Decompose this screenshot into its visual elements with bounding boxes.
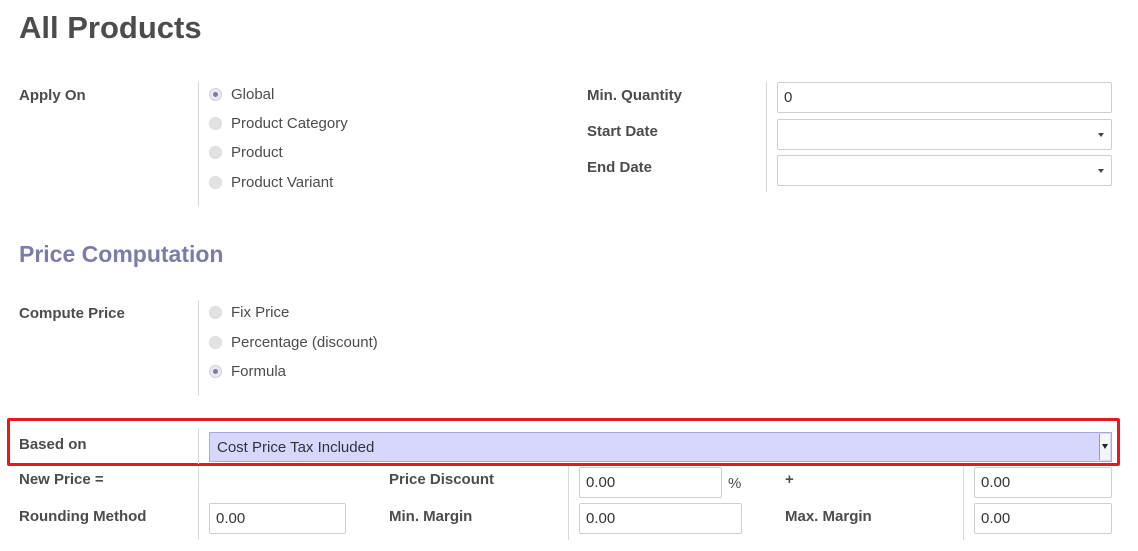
rounding-method-label: Rounding Method	[19, 508, 147, 525]
radio-unchecked-icon[interactable]	[209, 146, 222, 159]
price-discount-input[interactable]: 0.00	[579, 467, 722, 498]
percent-unit: %	[728, 475, 742, 492]
radio-label: Percentage (discount)	[231, 334, 378, 351]
radio-compute-percentage[interactable]: Percentage (discount)	[209, 334, 378, 351]
based-on-label: Based on	[19, 436, 87, 453]
formula-divider-2	[568, 466, 569, 540]
radio-unchecked-icon[interactable]	[209, 336, 222, 349]
radio-checked-icon[interactable]	[209, 88, 222, 101]
formula-divider	[198, 466, 199, 540]
min-quantity-input[interactable]: 0	[777, 82, 1112, 113]
end-date-select[interactable]	[777, 155, 1112, 186]
radio-checked-icon[interactable]	[209, 365, 222, 378]
apply-on-divider	[198, 82, 199, 206]
radio-label: Formula	[231, 363, 287, 380]
radio-label: Product Category	[231, 115, 348, 132]
formula-divider-3	[963, 466, 964, 540]
radio-label: Global	[231, 86, 275, 103]
radio-apply-product-category[interactable]: Product Category	[209, 115, 348, 132]
section-title-price-computation: Price Computation	[19, 241, 224, 267]
radio-label: Product	[231, 144, 283, 161]
max-margin-label: Max. Margin	[785, 508, 872, 525]
surcharge-plus-label: +	[785, 471, 794, 488]
radio-unchecked-icon[interactable]	[209, 306, 222, 319]
surcharge-input[interactable]: 0.00	[974, 467, 1112, 498]
radio-apply-global[interactable]: Global	[209, 86, 274, 103]
conditions-divider	[766, 82, 767, 192]
end-date-label: End Date	[587, 159, 653, 176]
start-date-select[interactable]	[777, 119, 1112, 150]
apply-on-label: Apply On	[19, 87, 86, 104]
min-margin-input[interactable]: 0.00	[579, 503, 742, 534]
price-discount-label: Price Discount	[389, 471, 495, 488]
min-quantity-label: Min. Quantity	[587, 87, 682, 104]
radio-compute-fix-price[interactable]: Fix Price	[209, 304, 289, 321]
compute-price-label: Compute Price	[19, 305, 125, 322]
rounding-method-input[interactable]: 0.00	[209, 503, 346, 534]
compute-price-divider	[198, 300, 199, 396]
radio-unchecked-icon[interactable]	[209, 176, 222, 189]
max-margin-input[interactable]: 0.00	[974, 503, 1112, 534]
dropdown-arrow-icon[interactable]	[1099, 434, 1110, 460]
caret-down-icon[interactable]	[1098, 133, 1104, 137]
radio-label: Fix Price	[231, 304, 290, 321]
min-margin-label: Min. Margin	[389, 508, 473, 525]
based-on-select[interactable]: Cost Price Tax Included	[209, 432, 1112, 462]
based-on-divider	[198, 428, 199, 464]
radio-unchecked-icon[interactable]	[209, 117, 222, 130]
radio-apply-product-variant[interactable]: Product Variant	[209, 174, 333, 191]
based-on-value: Cost Price Tax Included	[217, 439, 375, 456]
radio-apply-product[interactable]: Product	[209, 144, 283, 161]
new-price-label: New Price =	[19, 471, 104, 488]
start-date-label: Start Date	[587, 123, 658, 140]
caret-down-icon[interactable]	[1098, 169, 1104, 173]
radio-compute-formula[interactable]: Formula	[209, 363, 286, 380]
radio-label: Product Variant	[231, 174, 334, 191]
page-title: All Products	[19, 10, 202, 45]
